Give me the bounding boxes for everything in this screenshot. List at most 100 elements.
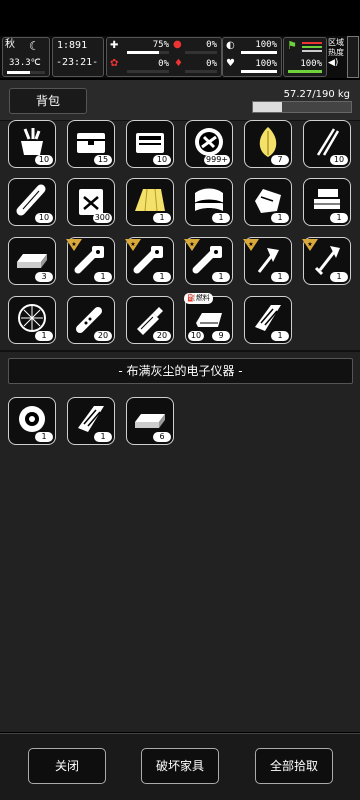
inventory-slot[interactable]: 15 (67, 120, 115, 168)
net-icon (18, 304, 46, 332)
fuel-canister-icon (196, 313, 222, 327)
item-count: 10 (330, 155, 348, 165)
runner-icon: ⚑ (287, 39, 297, 52)
close-button[interactable]: 关闭 (28, 748, 106, 784)
weight-bar (252, 101, 352, 113)
grid-divider (0, 350, 360, 352)
inventory-slot[interactable]: 1 (67, 397, 115, 445)
rarity-star-icon: ★ (243, 236, 259, 251)
item-count: 1 (271, 213, 289, 223)
item-count: 300 (92, 213, 112, 223)
region-heat[interactable]: 区域 热度 ◀) (328, 38, 348, 68)
plank-icon (135, 414, 165, 428)
bricks-icon (314, 189, 340, 209)
inventory-slot[interactable]: 3 (8, 237, 56, 285)
speaker-icon: ◀) (328, 58, 339, 68)
inventory-slot[interactable]: ★ 1 (66, 236, 115, 285)
season-label: 秋 (5, 39, 15, 50)
svg-text:★: ★ (248, 241, 253, 248)
inventory-slot[interactable]: 1 (244, 178, 292, 226)
item-count: 1 (330, 272, 348, 282)
inventory-slot[interactable]: ★ 1 (125, 237, 174, 285)
stamina-pct: 100% (300, 59, 322, 69)
heart-icon: ♥ (226, 58, 235, 69)
inventory-slot[interactable]: 7 (244, 120, 292, 168)
health-pct: 75% (152, 40, 169, 50)
inventory-slot[interactable]: 300 (67, 178, 115, 226)
stomach-icon: ● (173, 39, 182, 50)
inventory-slot[interactable]: 10 (8, 178, 56, 226)
inventory-slot[interactable]: ⛽燃料 10 9 (184, 293, 233, 344)
backpack-tab[interactable]: 背包 (9, 88, 87, 114)
cloth-white-icon (194, 188, 224, 211)
destroy-furniture-button[interactable]: 破坏家具 (141, 748, 219, 784)
item-count: 20 (153, 331, 171, 341)
basket-icon (21, 128, 43, 155)
item-count: 10 (153, 155, 171, 165)
inventory-slot[interactable]: 999+ (185, 120, 233, 168)
inventory-slot[interactable]: 1 (244, 296, 292, 344)
inventory-slot[interactable]: 1 (8, 296, 56, 344)
hud-scrollbar[interactable] (347, 36, 359, 78)
inventory-slot[interactable]: 20 (67, 296, 115, 344)
brain-pct: 0% (158, 59, 169, 69)
svg-text:★: ★ (71, 241, 76, 248)
item-count: 1 (153, 213, 171, 223)
item-count: 1 (271, 331, 289, 341)
item-count: 6 (153, 432, 171, 442)
item-count: 1 (35, 432, 53, 442)
case-icon (136, 133, 164, 153)
chest-icon (77, 133, 105, 153)
item-count: 15 (94, 155, 112, 165)
item-count: 9 (212, 331, 230, 341)
svg-text:★: ★ (130, 241, 135, 248)
medkit-icon: ✚ (110, 40, 119, 51)
plank-icon (17, 254, 47, 268)
container-title: - 布满灰尘的电子仪器 - (8, 358, 353, 384)
speaker-icon (19, 406, 45, 432)
inventory-slot[interactable]: 6 (126, 397, 174, 445)
item-count: 1 (212, 272, 230, 282)
inventory-slot[interactable]: 10 (8, 120, 56, 168)
item-count: 999+ (204, 155, 230, 165)
inventory-slot[interactable]: 1 (8, 397, 56, 445)
roll-icon (16, 184, 46, 216)
moon-icon: ☾ (29, 39, 40, 53)
inventory-slot[interactable]: ★ 1 (302, 236, 351, 285)
inventory-slot[interactable]: 10 (126, 120, 174, 168)
inventory-slot[interactable]: 1 (126, 178, 174, 226)
season-weather-box: 秋 ☾ 33.3℃ (2, 37, 50, 77)
inventory-slot[interactable]: 20 (126, 296, 174, 344)
temperature-value: 33.3℃ (9, 58, 41, 68)
item-count: 10 (35, 155, 53, 165)
fuel-badge: ⛽燃料 (184, 293, 213, 304)
item-count: 1 (271, 272, 289, 282)
mind-icon: ◐ (226, 40, 235, 51)
rarity-star-icon: ★ (302, 236, 318, 251)
inventory-slot[interactable]: 1 (185, 178, 233, 226)
item-count: 1 (212, 213, 230, 223)
item-sub-count: 10 (188, 331, 204, 341)
stomach-pct: 0% (206, 40, 217, 50)
inventory-slot[interactable]: 1 (303, 178, 351, 226)
heat-label: 热度 (328, 48, 344, 57)
status-hud: 秋 ☾ 33.3℃ 1:891 -23:21- ✚ 75% ● 0% ✿ 0% … (0, 36, 360, 78)
item-count: 1 (94, 432, 112, 442)
day-counter: 1:891 (57, 40, 88, 51)
item-count: 3 (35, 272, 53, 282)
time-display: -23:21- (56, 57, 99, 68)
item-count: 10 (35, 213, 53, 223)
rarity-star-icon: ★ (66, 236, 82, 251)
inventory-slot[interactable]: ★ 1 (243, 236, 292, 285)
leaf-icon (259, 127, 277, 157)
inventory-slot[interactable]: ★ 1 (184, 237, 233, 285)
weight-readout: 57.27/190 kg (283, 89, 350, 100)
item-count: 20 (94, 331, 112, 341)
pick-up-all-button[interactable]: 全部拾取 (255, 748, 333, 784)
blood-pct: 0% (206, 59, 217, 69)
panel-icon (255, 305, 281, 331)
inventory-slot[interactable]: 10 (303, 120, 351, 168)
cloth-yellow-icon (135, 188, 165, 212)
svg-text:★: ★ (307, 241, 312, 248)
region-label: 区域 (328, 38, 344, 47)
